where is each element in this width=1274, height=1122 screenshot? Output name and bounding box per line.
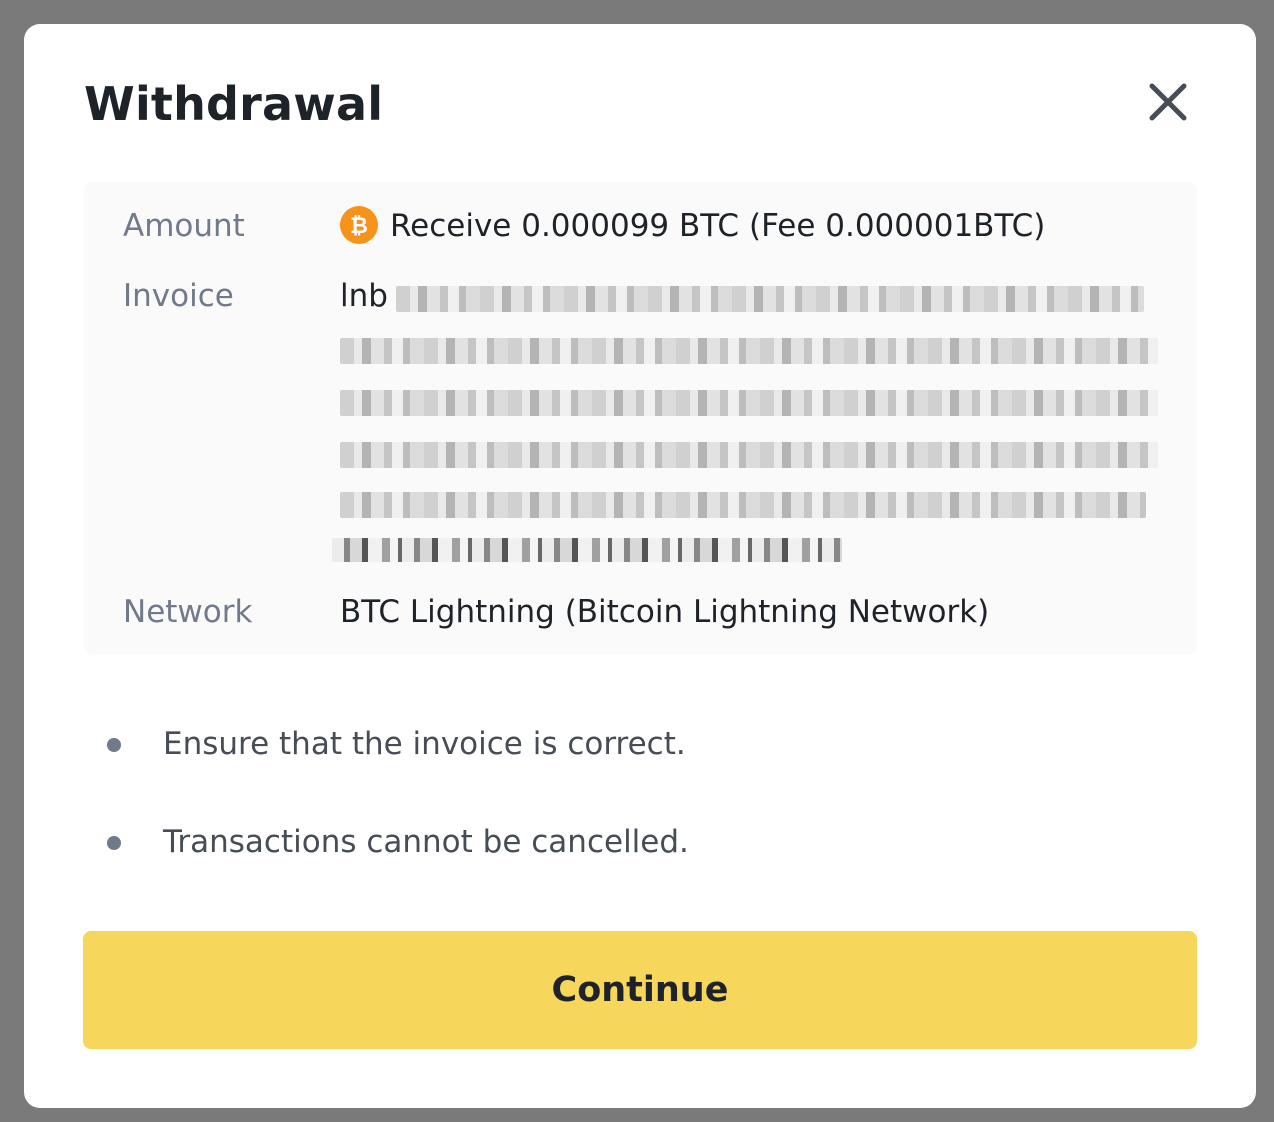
redacted-invoice-line <box>340 390 1158 416</box>
amount-label: Amount <box>123 208 245 244</box>
redacted-invoice-line <box>340 492 1146 518</box>
bitcoin-icon: ₿ <box>340 205 378 244</box>
redacted-invoice-line <box>340 442 1158 468</box>
bullet-icon <box>107 738 121 752</box>
fee-amount: (Fee 0.000001BTC) <box>749 208 1046 244</box>
dialog-title: Withdrawal <box>84 77 384 131</box>
redacted-invoice-line <box>340 338 1158 364</box>
invoice-label: Invoice <box>123 278 234 314</box>
notice-text: Transactions cannot be cancelled. <box>163 824 689 860</box>
continue-button[interactable]: Continue <box>83 931 1197 1049</box>
withdrawal-dialog: Withdrawal Amount ₿ Receive 0.000099 BTC… <box>24 24 1256 1108</box>
redacted-invoice-line <box>332 538 842 562</box>
svg-text:₿: ₿ <box>350 214 368 239</box>
list-item: Ensure that the invoice is correct. <box>84 714 1184 774</box>
list-item: Transactions cannot be cancelled. <box>84 812 1184 872</box>
receive-amount: Receive 0.000099 BTC <box>390 208 740 244</box>
redacted-invoice-line <box>396 286 1144 312</box>
notice-list: Ensure that the invoice is correct. Tran… <box>84 714 1184 910</box>
bullet-icon <box>107 836 121 850</box>
withdrawal-details-panel: Amount ₿ Receive 0.000099 BTC (Fee 0.0000… <box>84 182 1197 654</box>
network-label: Network <box>123 594 253 630</box>
amount-value: ₿ Receive 0.000099 BTC (Fee 0.000001BTC) <box>340 205 1046 246</box>
close-icon <box>1149 83 1187 121</box>
network-value: BTC Lightning (Bitcoin Lightning Network… <box>340 594 990 630</box>
invoice-value: lnb <box>332 276 1160 576</box>
invoice-prefix: lnb <box>340 278 388 314</box>
close-button[interactable] <box>1142 76 1194 128</box>
notice-text: Ensure that the invoice is correct. <box>163 726 686 762</box>
